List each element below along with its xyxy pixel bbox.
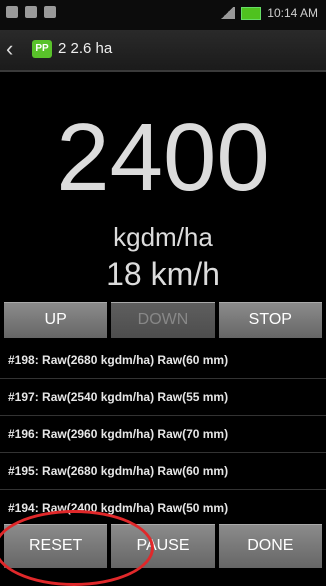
control-buttons: UP DOWN STOP [4, 302, 322, 338]
battery-icon [241, 6, 262, 20]
rate-unit: kgdm/ha [113, 222, 213, 252]
list-item[interactable]: #195: Raw(2680 kgdm/ha) Raw(60 mm) [0, 453, 326, 490]
annotation-circle [0, 510, 154, 586]
notification-icon [44, 6, 56, 18]
status-icons: 10:14 AM [219, 6, 318, 20]
down-button[interactable]: DOWN [111, 302, 215, 338]
status-time: 10:14 AM [267, 6, 318, 20]
status-bar: 10:14 AM [0, 0, 326, 30]
done-button[interactable]: DONE [218, 524, 322, 568]
list-item[interactable]: #197: Raw(2540 kgdm/ha) Raw(55 mm) [0, 379, 326, 416]
notification-icon [6, 6, 18, 18]
signal-icon [219, 7, 236, 19]
rate-reading: 2400 [56, 104, 270, 211]
notification-icons [6, 6, 56, 18]
up-button[interactable]: UP [4, 302, 108, 338]
app-badge: PP [32, 40, 52, 58]
chevron-left-icon[interactable]: ‹ [6, 38, 13, 60]
notification-icon [25, 6, 37, 18]
page-title: 2 2.6 ha [58, 40, 113, 57]
list-item[interactable]: #198: Raw(2680 kgdm/ha) Raw(60 mm) [0, 342, 326, 379]
stop-button[interactable]: STOP [218, 302, 322, 338]
reading-log-list[interactable]: #198: Raw(2680 kgdm/ha) Raw(60 mm) #197:… [0, 342, 326, 522]
list-item[interactable]: #196: Raw(2960 kgdm/ha) Raw(70 mm) [0, 416, 326, 453]
action-bar: ‹ PP 2 2.6 ha [0, 30, 326, 72]
speed-reading: 18 km/h [106, 256, 220, 292]
